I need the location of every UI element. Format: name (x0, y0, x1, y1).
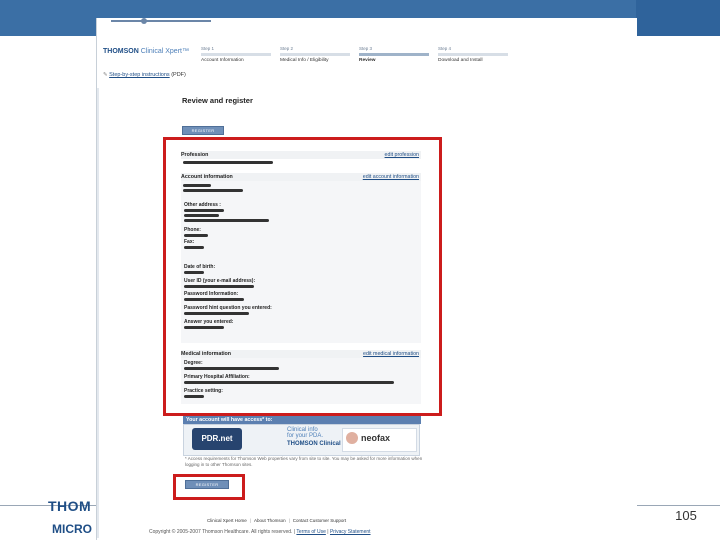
step-label: Download and Install (438, 58, 483, 63)
instructions-link[interactable]: Step-by-step instructions (109, 72, 170, 78)
step-1[interactable]: Step 1 Account Information (201, 46, 271, 63)
brand-product: Clinical Xpert (140, 48, 182, 55)
step-label: Review (359, 58, 376, 63)
footer-link-about[interactable]: About Thomson (254, 518, 286, 523)
step-bar (359, 53, 429, 56)
account-label: Account information (181, 174, 233, 180)
redacted-value (184, 298, 244, 301)
redacted-value (183, 189, 243, 192)
top-decoration-line (111, 20, 211, 22)
terms-link[interactable]: Terms of Use (296, 529, 325, 535)
step-number: Step 1 (201, 46, 215, 51)
medical-header: Medical information edit medical informa… (181, 350, 421, 358)
instructions: ✎ Step-by-step instructions (PDF) (103, 72, 186, 78)
redacted-value (184, 285, 254, 288)
top-decoration-dot (141, 18, 147, 24)
dob-label: Date of birth: (184, 264, 216, 270)
micromedex-logo: MICRO (52, 522, 92, 536)
other-address-label: Other address : (184, 202, 221, 208)
medical-label: Medical information (181, 351, 232, 357)
step-number: Step 2 (280, 46, 294, 51)
brand-name: THOMSON (103, 48, 139, 55)
edit-account-link[interactable]: edit account information (363, 173, 419, 181)
copyright: Copyright © 2005-2007 Thomson Healthcare… (149, 529, 371, 535)
register-button-bottom[interactable]: REGISTER (185, 480, 229, 489)
redacted-value (183, 161, 273, 164)
slide-page-number: 105 (675, 508, 697, 523)
redacted-value (184, 367, 279, 370)
redacted-value (184, 312, 249, 315)
redacted-value (184, 271, 204, 274)
redacted-value (184, 234, 208, 237)
redacted-value (184, 326, 224, 329)
footer-link-support[interactable]: Contact Customer Support (293, 518, 346, 523)
register-button-top[interactable]: REGISTER (182, 126, 224, 135)
access-heading: Your account will have access* to: (183, 416, 421, 424)
baby-icon (346, 432, 358, 444)
answer-label: Answer you entered: (184, 319, 234, 325)
neofax-label: neofax (361, 433, 391, 443)
redacted-value (184, 219, 269, 222)
footer-link-home[interactable]: Clinical Xpert Home (207, 518, 247, 523)
fax-label: Fax: (184, 239, 195, 245)
step-number: Step 3 (359, 46, 373, 51)
password-label: Password Information: (184, 291, 239, 297)
redacted-value (184, 381, 394, 384)
step-bar (201, 53, 271, 56)
privacy-link[interactable]: Privacy Statement (330, 529, 371, 535)
user-id-label: User ID (your e-mail address): (184, 278, 256, 284)
practice-setting-label: Practice setting: (184, 388, 223, 394)
redacted-value (184, 395, 204, 398)
pdf-icon: ✎ (103, 72, 108, 78)
redacted-value (184, 214, 219, 217)
step-bar (438, 53, 508, 56)
edit-medical-link[interactable]: edit medical information (363, 350, 419, 358)
pdr-net-logo[interactable]: PDR.net (192, 428, 242, 450)
edit-profession-link[interactable]: edit profession (385, 151, 419, 159)
page-title: Review and register (182, 96, 253, 105)
brand-trademark: ™ (181, 48, 189, 55)
step-number: Step 4 (438, 46, 452, 51)
step-2[interactable]: Step 2 Medical Info / Eligibility (280, 46, 350, 63)
redacted-value (184, 209, 224, 212)
step-3[interactable]: Step 3 Review (359, 46, 429, 63)
slide-header-accent (636, 0, 720, 36)
password-hint-label: Password hint question you entered: (184, 305, 272, 311)
account-header: Account information edit account informa… (181, 173, 421, 181)
copyright-text: Copyright © 2005-2007 Thomson Healthcare… (149, 529, 293, 535)
redacted-value (184, 246, 204, 249)
phone-label: Phone: (184, 227, 201, 233)
left-rail (97, 88, 99, 538)
step-label: Account Information (201, 58, 244, 63)
access-footnote: * Access requirements for Thomson Web pr… (185, 456, 423, 467)
profession-header: Profession edit profession (181, 151, 421, 159)
thomson-logo: THOM (48, 498, 92, 514)
redacted-value (183, 184, 211, 187)
instructions-suffix: (PDF) (171, 72, 186, 78)
degree-label: Degree: (184, 360, 203, 366)
step-label: Medical Info / Eligibility (280, 58, 329, 63)
step-4[interactable]: Step 4 Download and Install (438, 46, 508, 63)
app-screenshot: THOMSON Clinical Xpert™ Step 1 Account I… (96, 18, 637, 540)
profession-label: Profession (181, 152, 209, 158)
brand-logo[interactable]: THOMSON Clinical Xpert™ (103, 48, 189, 55)
step-bar (280, 53, 350, 56)
footer-links: Clinical Xpert Home | About Thomson | Contac… (207, 518, 347, 523)
affiliation-label: Primary Hospital Affiliation: (184, 374, 250, 380)
